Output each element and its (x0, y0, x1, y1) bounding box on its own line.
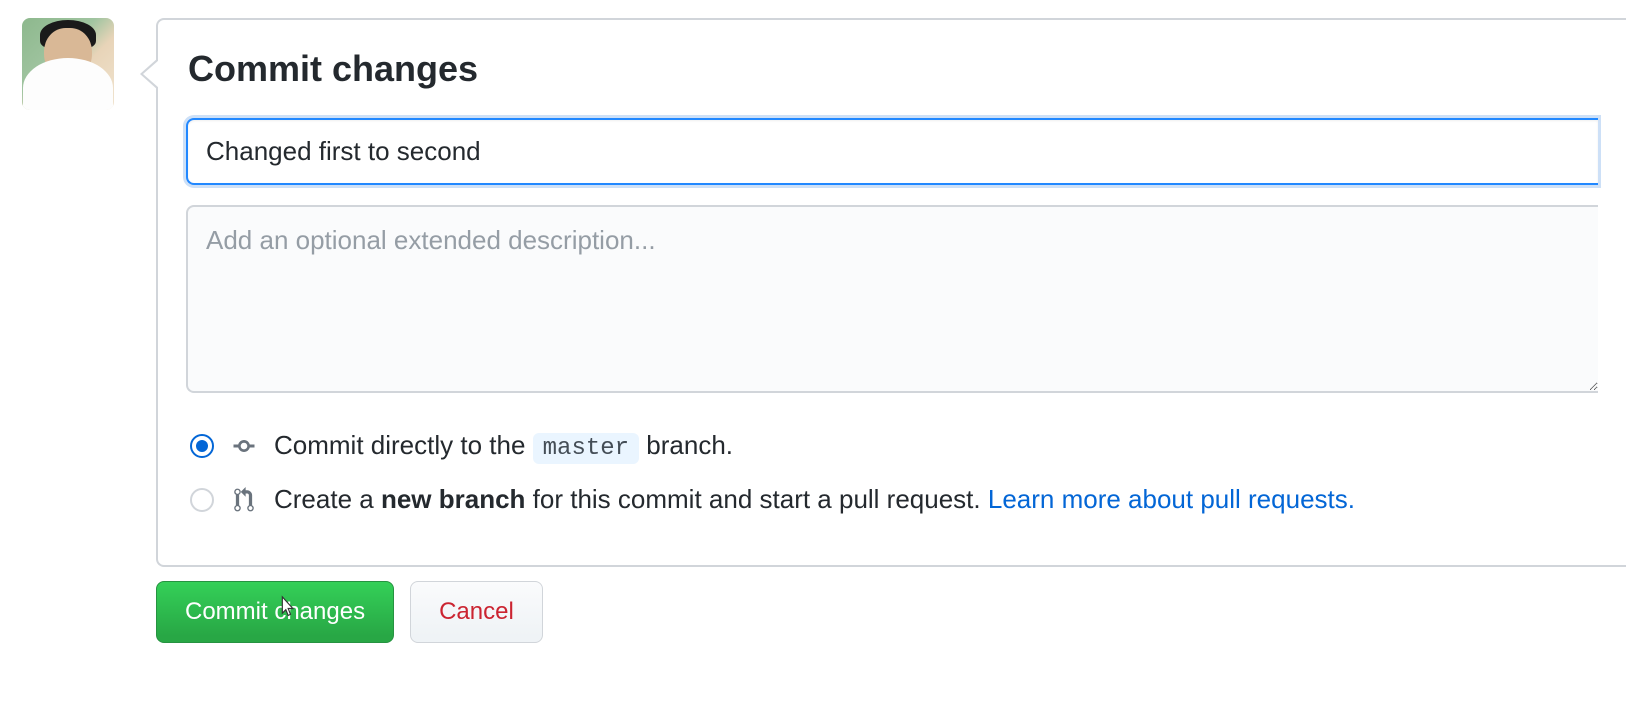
commit-form-panel: Commit changes Commit directly to the ma… (156, 18, 1626, 567)
commit-changes-button[interactable]: Commit changes (156, 581, 394, 643)
form-title: Commit changes (186, 48, 1598, 90)
git-pull-request-icon (230, 487, 258, 513)
git-commit-icon (230, 434, 258, 458)
text-prefix: Commit directly to the (274, 430, 533, 460)
create-branch-text: Create a new branch for this commit and … (274, 484, 1355, 515)
commit-direct-text: Commit directly to the master branch. (274, 430, 733, 462)
radio-selected-icon (190, 434, 214, 458)
radio-unselected-icon (190, 488, 214, 512)
commit-direct-option[interactable]: Commit directly to the master branch. (190, 430, 1598, 462)
learn-more-link[interactable]: Learn more about pull requests. (988, 484, 1355, 514)
user-avatar[interactable] (22, 18, 114, 110)
text-suffix: branch. (639, 430, 733, 460)
cancel-button[interactable]: Cancel (410, 581, 543, 643)
create-branch-option[interactable]: Create a new branch for this commit and … (190, 484, 1598, 515)
text-prefix: Create a (274, 484, 381, 514)
text-suffix: for this commit and start a pull request… (525, 484, 987, 514)
commit-description-textarea[interactable] (186, 205, 1598, 393)
branch-options: Commit directly to the master branch. Cr… (186, 430, 1598, 515)
button-label: Commit changes (185, 598, 365, 625)
commit-summary-input[interactable] (186, 118, 1598, 185)
text-emphasis: new branch (381, 484, 525, 514)
form-actions: Commit changes Cancel (0, 581, 1626, 643)
branch-name-badge: master (533, 433, 639, 464)
